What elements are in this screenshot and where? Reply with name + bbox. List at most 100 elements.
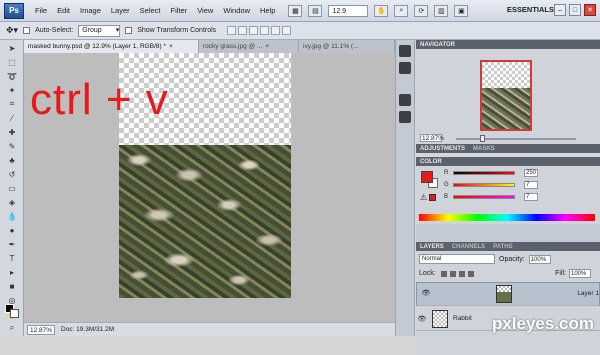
- zoom-tool-icon[interactable]: ⌕: [394, 4, 409, 17]
- adjustments-panel-header[interactable]: ADJUSTMENTS MASKS: [416, 144, 600, 153]
- websafe-color-swatch[interactable]: [429, 194, 436, 201]
- auto-select-dropdown[interactable]: Group ▾: [78, 24, 121, 37]
- screen-mode-icon[interactable]: ▣: [454, 4, 469, 17]
- green-slider[interactable]: [453, 182, 515, 187]
- lock-position-icon[interactable]: [458, 270, 465, 277]
- lock-fill-row: Lock: Fill: 100%: [419, 269, 597, 278]
- dodge-tool-icon[interactable]: ●: [5, 224, 19, 236]
- background-color-swatch[interactable]: [10, 309, 19, 318]
- menu-layer[interactable]: Layer: [106, 6, 135, 15]
- workspace-switcher[interactable]: ESSENTIALS: [507, 5, 554, 14]
- layers-panel-header[interactable]: LAYERS CHANNELS PATHS: [416, 242, 600, 251]
- menu-file[interactable]: File: [30, 6, 52, 15]
- color-title[interactable]: COLOR: [420, 159, 442, 165]
- blend-mode-select[interactable]: Normal: [419, 254, 495, 264]
- lock-all-icon[interactable]: [467, 270, 474, 277]
- menu-filter[interactable]: Filter: [166, 6, 193, 15]
- align-middle-icon[interactable]: [238, 26, 248, 35]
- crop-tool-icon[interactable]: ⌗: [5, 98, 19, 110]
- navigator-panel-header[interactable]: NAVIGATOR: [416, 40, 600, 49]
- maximize-button[interactable]: □: [569, 4, 581, 16]
- navigator-zoom-field[interactable]: 12.87%: [420, 134, 444, 142]
- tab-ivy[interactable]: ivy.jpg @ 11.1% (...: [299, 40, 395, 53]
- type-tool-icon[interactable]: T: [5, 252, 19, 264]
- out-of-gamut-warning-icon[interactable]: ⚠: [420, 193, 427, 202]
- close-icon[interactable]: ×: [265, 43, 269, 50]
- tab-masked-bunny[interactable]: masked bunny.psd @ 12.9% (Layer 1, RGB/8…: [24, 40, 199, 53]
- zoom-level-select[interactable]: 12.9: [328, 4, 369, 17]
- document-size-info[interactable]: Doc: 19.3M/31.2M: [61, 326, 114, 333]
- tab-channels[interactable]: CHANNELS: [452, 244, 485, 250]
- magic-wand-icon[interactable]: ✦: [5, 84, 19, 96]
- blue-value-field[interactable]: 7: [524, 192, 538, 201]
- eyedropper-icon[interactable]: ⁄: [5, 112, 19, 124]
- auto-select-checkbox[interactable]: [23, 27, 31, 34]
- tab-masks[interactable]: MASKS: [473, 146, 495, 152]
- align-top-icon[interactable]: [227, 26, 237, 35]
- move-tool-icon[interactable]: ➤: [5, 42, 19, 54]
- layer-row-layer-1[interactable]: 👁 Layer 1: [416, 282, 600, 306]
- tab-paths[interactable]: PATHS: [493, 244, 512, 250]
- rotate-view-icon[interactable]: ⟳: [414, 4, 429, 17]
- path-select-icon[interactable]: ▸: [5, 266, 19, 278]
- minimize-button[interactable]: –: [554, 4, 566, 16]
- history-icon[interactable]: [399, 45, 411, 57]
- close-button[interactable]: ✕: [584, 4, 596, 16]
- hand-tool-icon[interactable]: ✋: [374, 4, 389, 17]
- view-extras-icon[interactable]: ▤: [308, 4, 323, 17]
- close-icon[interactable]: ×: [169, 43, 173, 50]
- character-icon[interactable]: [399, 94, 411, 106]
- move-tool-preset-icon[interactable]: ✥▾: [6, 25, 18, 36]
- menu-edit[interactable]: Edit: [52, 6, 75, 15]
- zoom-tool-icon[interactable]: ⌕: [5, 322, 19, 334]
- red-slider[interactable]: [453, 170, 515, 175]
- align-bottom-icon[interactable]: [249, 26, 259, 35]
- blue-slider[interactable]: [453, 194, 515, 199]
- pen-tool-icon[interactable]: ✒: [5, 238, 19, 250]
- color-panel-header[interactable]: COLOR: [416, 157, 600, 166]
- align-center-icon[interactable]: [271, 26, 281, 35]
- tab-rocky-grass[interactable]: rocky grass.jpg @ ... ×: [199, 40, 299, 53]
- menu-help[interactable]: Help: [255, 6, 280, 15]
- blur-tool-icon[interactable]: 💧: [5, 210, 19, 222]
- menu-select[interactable]: Select: [135, 6, 166, 15]
- align-left-icon[interactable]: [260, 26, 270, 35]
- bridge-icon[interactable]: ▦: [288, 4, 303, 17]
- actions-icon[interactable]: [399, 62, 411, 74]
- status-zoom-field[interactable]: 12.87%: [27, 324, 55, 335]
- red-value-field[interactable]: 250: [524, 168, 538, 177]
- green-value-field[interactable]: 7: [524, 180, 538, 189]
- opacity-field[interactable]: 100%: [528, 254, 551, 264]
- info-icon[interactable]: [399, 111, 411, 123]
- foreground-color-box[interactable]: [421, 171, 433, 183]
- tab-layers[interactable]: LAYERS: [420, 244, 444, 250]
- marquee-tool-icon[interactable]: ⬚: [5, 56, 19, 68]
- color-spectrum-ramp[interactable]: [419, 214, 595, 221]
- zoom-slider-handle[interactable]: [480, 135, 485, 142]
- history-brush-icon[interactable]: ↺: [5, 168, 19, 180]
- menu-view[interactable]: View: [192, 6, 218, 15]
- paint-bucket-icon[interactable]: ◈: [5, 196, 19, 208]
- eye-icon[interactable]: 👁: [420, 289, 432, 299]
- clone-stamp-icon[interactable]: ♣: [5, 154, 19, 166]
- eye-icon[interactable]: 👁: [416, 315, 428, 323]
- arrange-documents-icon[interactable]: ▥: [434, 4, 449, 17]
- show-transform-checkbox[interactable]: [125, 27, 133, 34]
- document-window[interactable]: ctrl + v: [24, 53, 395, 322]
- shape-tool-icon[interactable]: ■: [5, 280, 19, 292]
- navigator-title[interactable]: NAVIGATOR: [420, 42, 455, 48]
- menu-image[interactable]: Image: [75, 6, 106, 15]
- lock-transparency-icon[interactable]: [440, 270, 447, 277]
- eraser-tool-icon[interactable]: ▭: [5, 182, 19, 194]
- navigator-preview[interactable]: [480, 60, 532, 131]
- tab-adjustments[interactable]: ADJUSTMENTS: [420, 146, 465, 152]
- menu-window[interactable]: Window: [218, 6, 255, 15]
- lasso-tool-icon[interactable]: ➰: [5, 70, 19, 82]
- brush-tool-icon[interactable]: ✎: [5, 140, 19, 152]
- navigator-zoom-slider[interactable]: [456, 138, 576, 140]
- healing-brush-icon[interactable]: ✚: [5, 126, 19, 138]
- lock-pixels-icon[interactable]: [449, 270, 456, 277]
- align-right-icon[interactable]: [282, 26, 292, 35]
- fill-field[interactable]: 100%: [569, 269, 591, 278]
- layer-thumbnail: [432, 309, 448, 328]
